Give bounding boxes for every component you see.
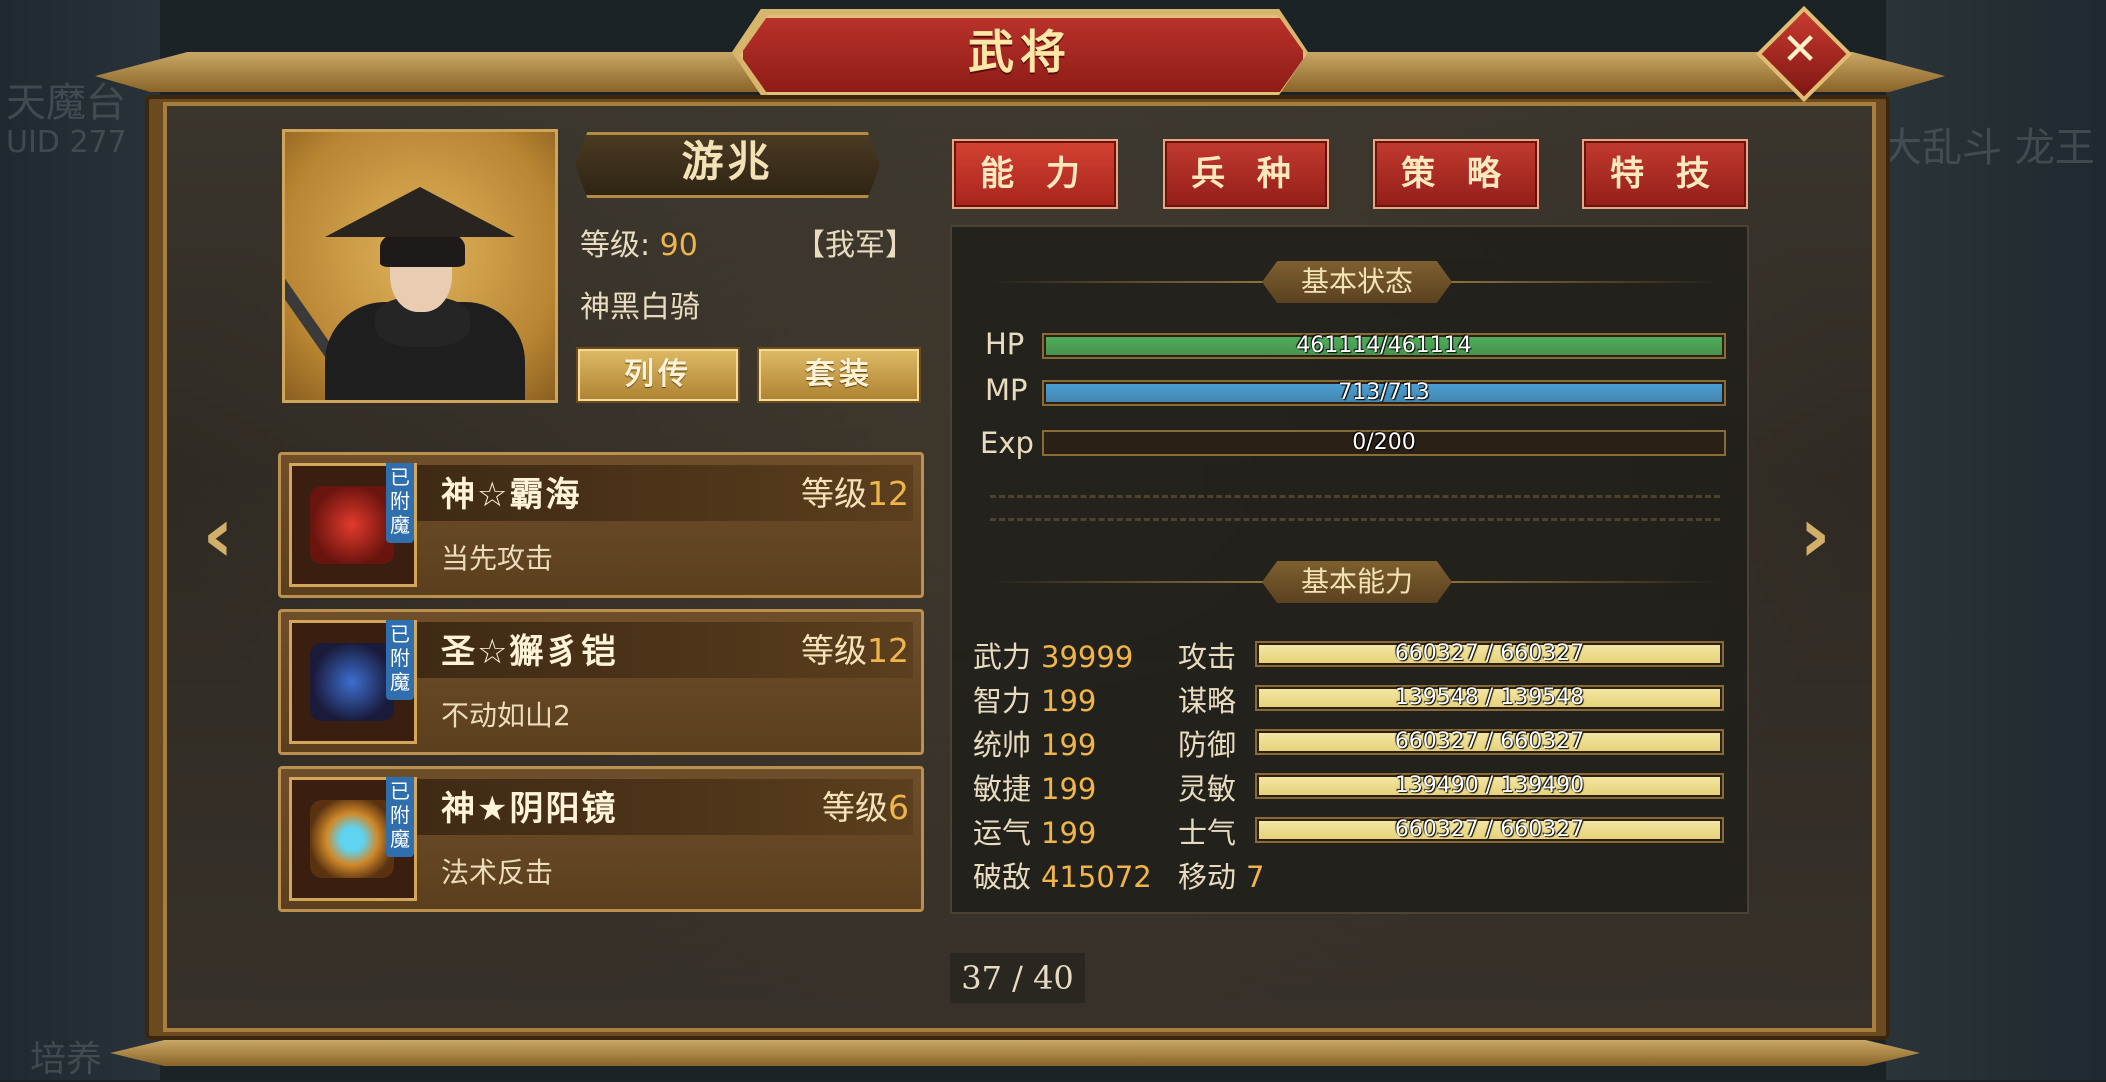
equipment-slot-2[interactable]: 已附魔 圣☆獬豸铠 等级12 不动如山2: [278, 609, 924, 755]
defense-value: 660327 / 660327: [1394, 729, 1585, 754]
morale-value: 660327 / 660327: [1394, 817, 1585, 842]
equipment-level-label: 等级: [822, 788, 888, 827]
equipment-level-label: 等级: [801, 474, 867, 513]
hero-page-indicator: 37 / 40: [950, 953, 1085, 1003]
attr-move-value: 7: [1246, 860, 1265, 894]
attr-label: 武力: [973, 640, 1032, 674]
attr-value: 199: [1041, 728, 1097, 762]
equipment-level-label: 等级: [801, 631, 867, 670]
attr-label: 运气: [973, 816, 1032, 850]
attr-value: 199: [1041, 684, 1097, 718]
basic-status-title: 基本状态: [1262, 261, 1452, 303]
tab-ability[interactable]: 能 力: [952, 139, 1118, 209]
equipment-skill: 不动如山2: [441, 699, 571, 732]
mp-value: 713/713: [1338, 380, 1430, 405]
equipment-level-value: 12: [867, 474, 909, 513]
attr-move: 移动 7: [1178, 854, 1264, 896]
strategy-bar: 139548 / 139548: [1255, 685, 1724, 711]
equipment-name: 圣☆獬豸铠: [441, 632, 618, 672]
morale-bar: 660327 / 660327: [1255, 817, 1724, 843]
attr-label: 智力: [973, 684, 1032, 718]
red-sword-icon: [310, 486, 394, 564]
mp-label: MP: [985, 373, 1028, 407]
attr-value: 199: [1041, 772, 1097, 806]
equipment-slot-1[interactable]: 已附魔 神☆霸海 等级12 当先攻击: [278, 452, 924, 598]
exp-value: 0/200: [1352, 430, 1416, 455]
attr-dexterity-label: 灵敏: [1178, 772, 1237, 806]
background-text-3: 大乱斗 龙王: [1882, 125, 2095, 171]
attr-value: 39999: [1041, 640, 1134, 674]
attr-agility: 敏捷 199: [973, 766, 1096, 808]
exp-bar: 0/200: [1042, 430, 1726, 456]
tab-strategy[interactable]: 策 略: [1373, 139, 1539, 209]
background-text-2: UID 277: [6, 125, 127, 160]
hero-level: 等级: 90: [580, 220, 698, 264]
decorative-pattern-row: [990, 495, 1720, 521]
attr-morale-label: 士气: [1178, 816, 1237, 850]
equipment-level: 等级12: [801, 624, 909, 672]
attr-value: 199: [1041, 816, 1097, 850]
close-button[interactable]: ✕: [1755, 5, 1853, 103]
enchanted-tag: 已附魔: [386, 620, 414, 700]
attr-strategy-label: 谋略: [1178, 684, 1237, 718]
equipment-name: 神☆霸海: [441, 475, 582, 515]
previous-hero-arrow-icon[interactable]: ‹: [188, 495, 248, 575]
basic-ability-title: 基本能力: [1262, 561, 1452, 603]
portrait-hat: [325, 187, 515, 237]
attr-attack-label: 攻击: [1178, 640, 1237, 674]
equipment-level-value: 12: [867, 631, 909, 670]
hero-portrait: [282, 129, 558, 403]
attr-label: 破敌: [973, 860, 1032, 894]
hero-level-label: 等级:: [580, 228, 651, 263]
attr-value: 415072: [1041, 860, 1152, 894]
attr-luck: 运气 199: [973, 810, 1096, 852]
tab-troop-type[interactable]: 兵 种: [1163, 139, 1329, 209]
hero-title: 神黑白骑: [580, 290, 700, 325]
hp-bar: 461114/461114: [1042, 333, 1726, 359]
exp-label: Exp: [980, 426, 1034, 460]
defense-bar: 660327 / 660327: [1255, 729, 1724, 755]
attack-value: 660327 / 660327: [1394, 641, 1585, 666]
window-title: 武将: [968, 25, 1072, 79]
equipment-name: 神★阴阳镜: [441, 789, 618, 829]
hp-value: 461114/461114: [1296, 333, 1472, 358]
frame-bottom-ornament: [110, 1040, 1920, 1066]
hero-level-value: 90: [659, 228, 698, 263]
blue-armor-icon: [310, 643, 394, 721]
equipment-set-button[interactable]: 套装: [757, 347, 921, 403]
attr-move-label: 移动: [1178, 860, 1237, 894]
equipment-slot-3[interactable]: 已附魔 神★阴阳镜 等级6 法术反击: [278, 766, 924, 912]
attr-defense-label: 防御: [1178, 728, 1237, 762]
hp-label: HP: [985, 327, 1025, 361]
strategy-value: 139548 / 139548: [1394, 685, 1585, 710]
equipment-level: 等级12: [801, 467, 909, 515]
mirror-icon: [310, 800, 394, 878]
attr-break-enemy: 破敌 415072: [973, 854, 1152, 896]
equipment-skill: 当先攻击: [441, 542, 554, 575]
dexterity-value: 139490 / 139490: [1394, 773, 1585, 798]
dexterity-bar: 139490 / 139490: [1255, 773, 1724, 799]
background-left: [0, 0, 160, 1080]
attr-intelligence: 智力 199: [973, 678, 1096, 720]
hero-faction: 【我军】: [795, 228, 915, 263]
attr-label: 统帅: [973, 728, 1032, 762]
enchanted-tag: 已附魔: [386, 777, 414, 857]
attr-force: 武力 39999: [973, 634, 1133, 676]
close-x-icon: ✕: [1781, 24, 1819, 75]
biography-button[interactable]: 列传: [576, 347, 740, 403]
attr-label: 敏捷: [973, 772, 1032, 806]
tab-special-skill[interactable]: 特 技: [1582, 139, 1748, 209]
hero-name: 游兆: [681, 137, 774, 186]
equipment-level-value: 6: [888, 788, 909, 827]
equipment-skill: 法术反击: [441, 856, 554, 889]
next-hero-arrow-icon[interactable]: ›: [1785, 495, 1845, 575]
enchanted-tag: 已附魔: [386, 463, 414, 543]
mp-bar: 713/713: [1042, 380, 1726, 406]
attr-command: 统帅 199: [973, 722, 1096, 764]
attack-bar: 660327 / 660327: [1255, 641, 1724, 667]
equipment-level: 等级6: [822, 781, 909, 829]
background-text-4: 培养: [30, 1039, 103, 1080]
